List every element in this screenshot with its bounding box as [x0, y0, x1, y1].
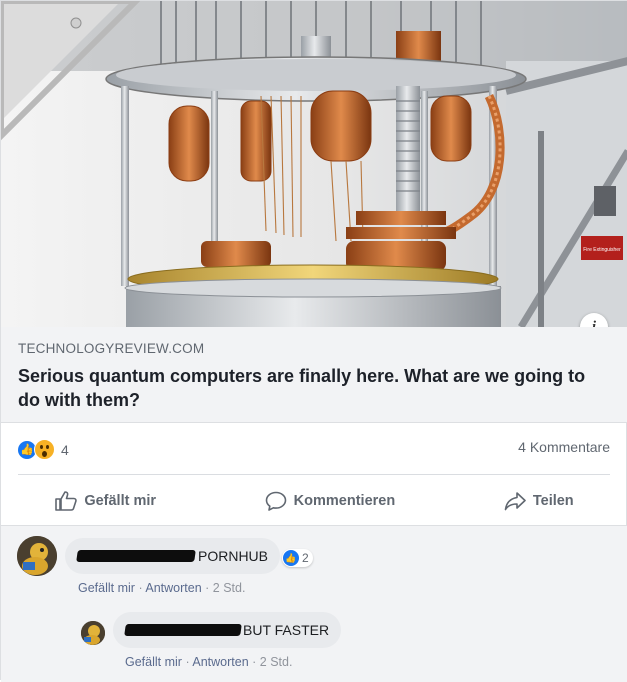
reaction-stats: 👍 4 4 Kommentare: [18, 439, 610, 460]
comments-section: PORNHUB 👍 2 Gefällt mir · Antworten · 2 …: [1, 525, 627, 682]
comment-like-link[interactable]: Gefällt mir: [125, 655, 182, 669]
comment-bubble: PORNHUB: [65, 538, 281, 574]
comment-like-count[interactable]: 👍 2: [282, 549, 313, 567]
comment-timestamp[interactable]: 2 Std.: [260, 655, 293, 669]
like-button-label: Gefällt mir: [84, 493, 157, 509]
speech-bubble-icon: [265, 491, 286, 511]
comment-text: PORNHUB: [198, 548, 269, 564]
comment-count-link[interactable]: 4 Kommentare: [518, 439, 610, 455]
link-title[interactable]: Serious quantum computers are finally he…: [18, 364, 588, 412]
wow-reaction-icon: [34, 439, 55, 460]
redacted-author-name: [76, 550, 196, 562]
comment-text: BUT FASTER: [243, 622, 330, 638]
like-button[interactable]: Gefällt mir: [55, 491, 156, 511]
avatar-image: [81, 621, 105, 645]
link-domain: TECHNOLOGYREVIEW.COM: [18, 341, 205, 356]
comment-timestamp[interactable]: 2 Std.: [213, 581, 246, 595]
share-arrow-icon: [504, 492, 526, 511]
divider: [18, 474, 610, 475]
avatar-image: [17, 536, 57, 576]
share-button[interactable]: Teilen: [504, 491, 574, 511]
like-reaction-icon: 👍: [283, 550, 299, 566]
comment-reply-link[interactable]: Antworten: [145, 581, 201, 595]
avatar[interactable]: [81, 621, 105, 645]
action-bar: Gefällt mir Kommentieren Teilen: [1, 485, 627, 517]
comment-like-number: 2: [302, 551, 309, 565]
article-image[interactable]: Fire Extinguisher: [1, 1, 627, 327]
quantum-computer-photo: Fire Extinguisher: [1, 1, 627, 327]
comment-button-label: Kommentieren: [293, 493, 396, 509]
link-preview[interactable]: TECHNOLOGYREVIEW.COM Serious quantum com…: [1, 327, 627, 423]
comment-bubble: BUT FASTER: [113, 612, 342, 648]
comment-meta: Gefällt mir · Antworten · 2 Std.: [125, 655, 293, 669]
comment-reply-link[interactable]: Antworten: [192, 655, 248, 669]
reaction-count: 4: [61, 441, 69, 458]
comment-button[interactable]: Kommentieren: [265, 491, 396, 511]
link-post: Fire Extinguisher TECHNOLOGYREVIEW.COM S…: [0, 0, 627, 682]
thumbs-up-icon: [55, 491, 78, 511]
comment-like-link[interactable]: Gefällt mir: [78, 581, 135, 595]
comment-meta: Gefällt mir · Antworten · 2 Std.: [78, 581, 246, 595]
redacted-author-name: [124, 624, 242, 636]
reaction-summary[interactable]: 👍 4: [18, 439, 69, 460]
avatar[interactable]: [17, 536, 57, 576]
share-button-label: Teilen: [532, 493, 574, 509]
svg-text:Fire Extinguisher: Fire Extinguisher: [583, 247, 621, 253]
